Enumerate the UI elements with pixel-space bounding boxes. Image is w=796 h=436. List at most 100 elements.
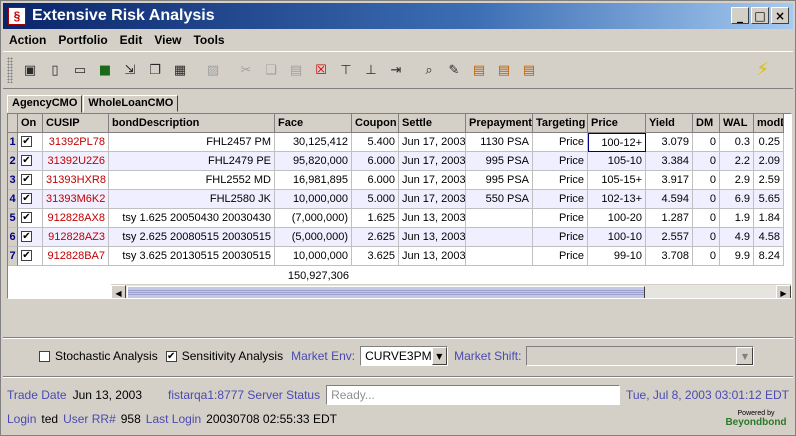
cell-cusip[interactable]: 31393HXR8 [43,171,109,190]
cell-on[interactable]: ✔ [18,152,43,171]
sensitivity-check[interactable]: ✔ [165,350,177,362]
cell-desc[interactable]: FHL2580 JK [109,190,275,209]
cell-settle[interactable]: Jun 17, 2003 [399,152,466,171]
zoom-icon[interactable]: ⌕ [418,59,440,81]
cell-price[interactable]: 100-12+ [588,133,646,152]
chart-icon[interactable]: ▤ [468,59,490,81]
cell-num[interactable]: 1 [8,133,18,152]
cell-wal[interactable]: 2.9 [720,171,754,190]
cell-prepay[interactable]: 1130 PSA [466,133,533,152]
cell-on[interactable]: ✔ [18,228,43,247]
scroll-left-button[interactable]: ◀ [111,285,126,298]
cell-moddu[interactable]: 2.09 [754,152,784,171]
new-icon[interactable]: ▣ [19,59,41,81]
cell-face[interactable]: 10,000,000 [275,190,352,209]
cell-settle[interactable]: Jun 13, 2003 [399,209,466,228]
cell-wal[interactable]: 6.9 [720,190,754,209]
row-on-checkbox[interactable]: ✔ [21,192,32,204]
cell-coupon[interactable]: 3.625 [352,247,399,266]
column-header-settle[interactable]: Settle [399,114,466,133]
cell-prepay[interactable] [466,247,533,266]
menu-action[interactable]: Action [3,33,52,47]
cell-yield[interactable]: 3.384 [646,152,693,171]
cell-coupon[interactable]: 6.000 [352,152,399,171]
column-header-prepay[interactable]: Prepayment [466,114,533,133]
menu-portfolio[interactable]: Portfolio [52,33,113,47]
cell-desc[interactable]: tsy 1.625 20050430 20030430 [109,209,275,228]
cell-settle[interactable]: Jun 17, 2003 [399,133,466,152]
cell-yield[interactable]: 3.917 [646,171,693,190]
title-bar[interactable]: § Extensive Risk Analysis _ □ × [3,3,793,29]
cell-dm[interactable]: 0 [693,171,720,190]
cell-face[interactable]: (5,000,000) [275,228,352,247]
cell-targeting[interactable]: Price [533,228,588,247]
row-on-checkbox[interactable]: ✔ [21,135,32,147]
cell-num[interactable]: 5 [8,209,18,228]
cell-settle[interactable]: Jun 13, 2003 [399,228,466,247]
import-icon[interactable]: ⇲ [119,59,141,81]
cell-on[interactable]: ✔ [18,133,43,152]
cell-on[interactable]: ✔ [18,247,43,266]
cell-wal[interactable]: 2.2 [720,152,754,171]
cell-settle[interactable]: Jun 17, 2003 [399,171,466,190]
cell-targeting[interactable]: Price [533,152,588,171]
cell-desc[interactable]: FHL2479 PE [109,152,275,171]
cell-cusip[interactable]: 31392PL78 [43,133,109,152]
stochastic-check[interactable] [39,350,50,362]
cell-face[interactable]: 95,820,000 [275,152,352,171]
cell-targeting[interactable]: Price [533,190,588,209]
cell-cusip[interactable]: 912828BA7 [43,247,109,266]
cell-yield[interactable]: 3.079 [646,133,693,152]
cell-coupon[interactable]: 2.625 [352,228,399,247]
menu-tools[interactable]: Tools [187,33,230,47]
cell-desc[interactable]: FHL2457 PM [109,133,275,152]
cell-dm[interactable]: 0 [693,247,720,266]
cell-price[interactable]: 105-15+ [588,171,646,190]
cell-targeting[interactable]: Price [533,247,588,266]
cell-on[interactable]: ✔ [18,209,43,228]
column-header-dm[interactable]: DM [693,114,720,133]
cell-face[interactable]: 30,125,412 [275,133,352,152]
save-icon[interactable]: ■ [94,59,116,81]
column-header-wal[interactable]: WAL [720,114,754,133]
cell-yield[interactable]: 4.594 [646,190,693,209]
cell-face[interactable]: 16,981,895 [275,171,352,190]
export-icon[interactable]: ⇥ [385,59,407,81]
cell-prepay[interactable]: 995 PSA [466,171,533,190]
chart3-icon[interactable]: ▤ [518,59,540,81]
cell-num[interactable]: 2 [8,152,18,171]
cell-prepay[interactable]: 995 PSA [466,152,533,171]
cell-wal[interactable]: 0.3 [720,133,754,152]
cell-moddu[interactable]: 5.65 [754,190,784,209]
horizontal-scrollbar[interactable]: ◀ ▶ [111,284,791,298]
column-header-on[interactable]: On [18,114,43,133]
row-on-checkbox[interactable]: ✔ [21,211,32,223]
market-shift-select[interactable]: ▼ [526,346,755,366]
cell-dm[interactable]: 0 [693,209,720,228]
cell-prepay[interactable] [466,228,533,247]
sensitivity-checkbox[interactable]: ✔ Sensitivity Analysis [165,349,283,363]
cell-yield[interactable]: 3.708 [646,247,693,266]
cell-settle[interactable]: Jun 13, 2003 [399,247,466,266]
cell-price[interactable]: 100-20 [588,209,646,228]
row-on-checkbox[interactable]: ✔ [21,173,32,185]
cell-face[interactable]: (7,000,000) [275,209,352,228]
column-header-targeting[interactable]: Targeting [533,114,588,133]
cell-on[interactable]: ✔ [18,171,43,190]
cell-moddu[interactable]: 0.25 [754,133,784,152]
cell-desc[interactable]: tsy 3.625 20130515 20030515 [109,247,275,266]
tab-wholeloancmo[interactable]: WholeLoanCMO [83,95,179,112]
cell-dm[interactable]: 0 [693,228,720,247]
menu-edit[interactable]: Edit [114,33,149,47]
cell-targeting[interactable]: Price [533,209,588,228]
column-header-moddu[interactable]: modDu [754,114,784,133]
row-on-checkbox[interactable]: ✔ [21,154,32,166]
cell-targeting[interactable]: Price [533,171,588,190]
document-icon[interactable]: ▯ [44,59,66,81]
cell-moddu[interactable]: 4.58 [754,228,784,247]
edit-icon[interactable]: ✎ [443,59,465,81]
cell-on[interactable]: ✔ [18,190,43,209]
scroll-right-button[interactable]: ▶ [776,285,791,298]
row-on-checkbox[interactable]: ✔ [21,230,32,242]
cell-dm[interactable]: 0 [693,190,720,209]
